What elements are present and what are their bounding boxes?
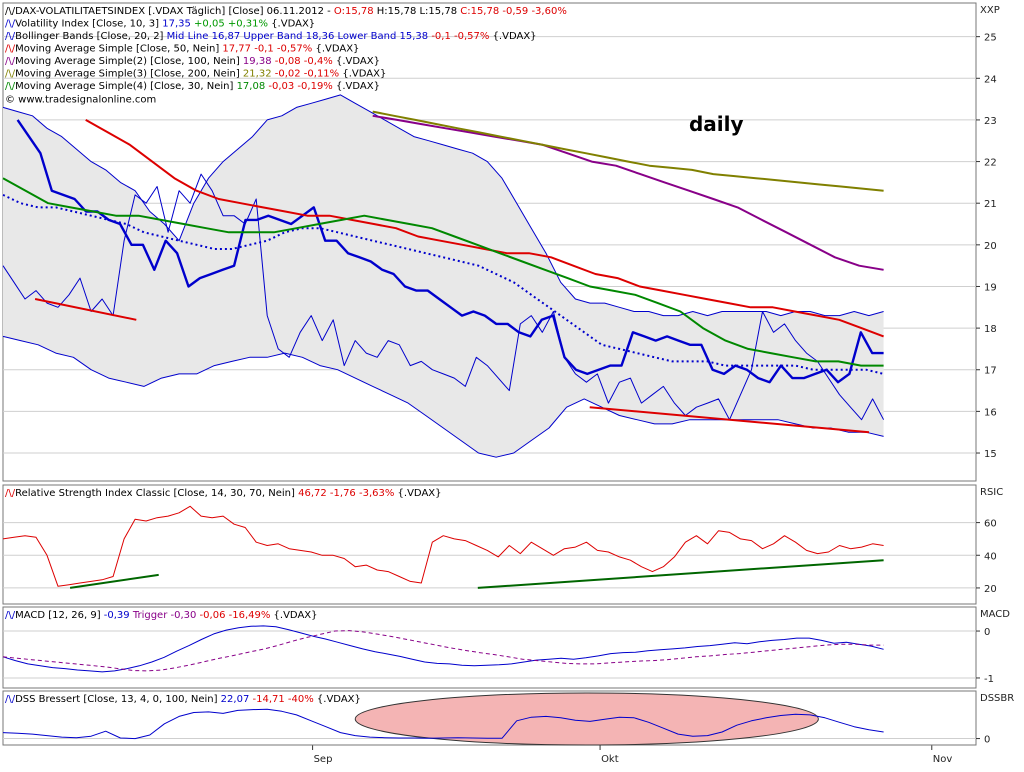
panel-macd: 0 -1 MACD /\/MACD [12, 26, 9] -0,39 Trigger… (3, 607, 1010, 688)
price-y-tick-label: 15 (984, 449, 997, 460)
dss-legend-entry: /\/DSS Bressert [Close, 13, 4, 0, 100, N… (5, 694, 361, 705)
price-legend-entry: /\/Volatility Index [Close, 10, 3] 17,35… (5, 19, 315, 30)
price-legend-entry: /\/Bollinger Bands [Close, 20, 2] Mid Li… (5, 31, 537, 42)
price-legend-entry: /\/Moving Average Simple(2) [Close, 100,… (5, 56, 380, 67)
price-y-tick-label: 23 (984, 116, 997, 127)
price-y-tick-label: 22 (984, 158, 997, 169)
macd-y-tick-label: -1 (984, 674, 994, 685)
panel-dss: 0 DSSBR /\/DSS Bressert [Close, 13, 4, 0, … (3, 691, 1014, 746)
price-legend-entry: /\/Moving Average Simple(3) [Close, 200,… (5, 69, 386, 80)
price-legend-entry: /\/Moving Average Simple [Close, 50, Nei… (5, 44, 359, 55)
x-tick-label: Sep (314, 754, 333, 765)
price-legend-entry: /\/DAX-VOLATILITAETSINDEX [.VDAX Täglich… (5, 6, 567, 17)
watermark-text: © www.tradesignalonline.com (5, 95, 156, 106)
price-y-tick-label: 20 (984, 241, 997, 252)
macd-y-tick-label: 0 (984, 627, 990, 638)
rsi-y-tick-label: 20 (984, 584, 997, 595)
rsi-y-tick-label: 40 (984, 551, 997, 562)
price-y-tick-label: 17 (984, 366, 997, 377)
price-y-tick-label: 24 (984, 74, 997, 85)
rsi-legend-entry: /\/Relative Strength Index Classic [Clos… (5, 488, 442, 499)
dss-highlight-ellipse (355, 693, 818, 745)
rsi-axis-label: RSIC (980, 487, 1003, 498)
panel-rsi: 20 40 60 RSIC /\/Relative Strength Index Cla… (3, 485, 1003, 604)
x-tick-label: Nov (933, 754, 953, 765)
price-y-tick-label: 25 (984, 33, 997, 44)
daily-annotation: daily (689, 112, 744, 136)
dss-axis-label: DSSBR (980, 693, 1014, 704)
x-tick-label: Okt (601, 754, 619, 765)
rsi-y-tick-label: 60 (984, 519, 997, 530)
price-y-tick-label: 21 (984, 199, 997, 210)
chart-canvas: 15 16 17 18 19 20 21 22 23 24 25 XXP /\/DAX-VOLATILI… (0, 0, 1024, 768)
price-legend-entry: /\/Moving Average Simple(4) [Close, 30, … (5, 81, 380, 92)
price-y-tick-label: 16 (984, 407, 997, 418)
price-y-tick-label: 18 (984, 324, 997, 335)
dss-y-tick-label: 0 (984, 735, 990, 746)
price-axis-label: XXP (980, 5, 1000, 16)
panel-price: 15 16 17 18 19 20 21 22 23 24 25 XXP /\/DAX-VOLATILI… (3, 3, 1000, 481)
chart-window: 15 16 17 18 19 20 21 22 23 24 25 XXP /\/DAX-VOLATILI… (0, 0, 1024, 768)
price-y-tick-label: 19 (984, 282, 997, 293)
macd-legend-entry: /\/MACD [12, 26, 9] -0,39 Trigger -0,30 … (5, 610, 318, 621)
macd-axis-label: MACD (980, 609, 1010, 620)
